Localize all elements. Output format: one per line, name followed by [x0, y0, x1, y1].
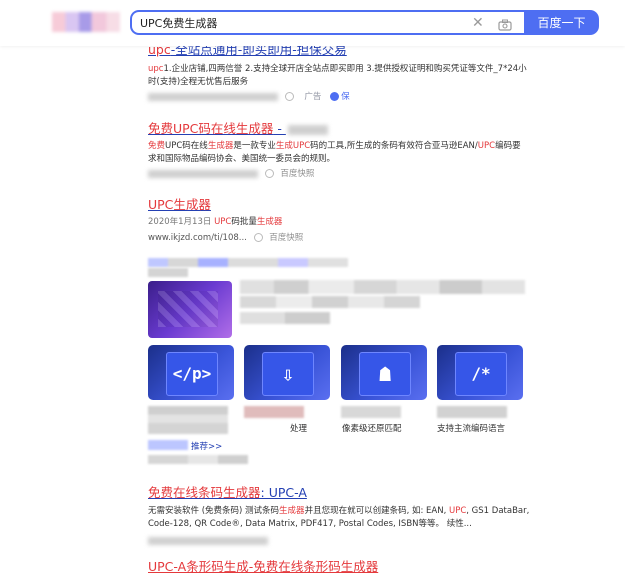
clear-icon[interactable]: ✕	[472, 13, 484, 33]
result-item: UPC生成器 2020年1月13日 UPC码批量生成器 www.ikjzd.co…	[148, 197, 528, 244]
tool-card[interactable]: ☗	[341, 345, 427, 400]
blurred-text	[240, 280, 525, 294]
bao-icon	[330, 92, 340, 101]
bao-label: 保	[341, 92, 350, 102]
tool-card[interactable]: </p>	[148, 345, 234, 400]
ad-label: 广告	[304, 92, 322, 102]
snapshot-link[interactable]: 百度快照	[280, 169, 314, 179]
blurred-caption	[341, 406, 401, 418]
result-meta: 广告 保	[148, 91, 528, 103]
result-thumbnail[interactable]	[148, 281, 232, 338]
tool-caption: 支持主流编码语言	[437, 424, 506, 434]
blurred-title	[148, 258, 348, 267]
blurred-text	[240, 296, 420, 308]
download-cloud-icon: ⇩	[281, 362, 295, 386]
blurred-url	[148, 536, 268, 545]
search-button[interactable]: 百度一下	[524, 10, 599, 35]
result-item: 免费UPC码在线生成器 - 免费UPC码在线生成器是一款专业生成UPC码的工具,…	[148, 121, 528, 180]
blurred-text	[287, 124, 328, 135]
snapshot-dot-icon	[253, 233, 263, 242]
tool-caption: 处理	[290, 424, 308, 434]
snapshot-dot-icon	[284, 92, 294, 101]
more-link[interactable]: 推荐>>	[191, 440, 222, 452]
blurred-caption	[437, 406, 507, 418]
blurred-caption	[244, 406, 304, 418]
comment-code-icon: /*	[471, 364, 491, 383]
result-snippet: upc1.企业店铺,四两信誉 2.支持全球开店全站点即买即用 3.提供授权证明和…	[148, 64, 527, 87]
result-title[interactable]: 免费UPC码在线生成器 -	[148, 121, 528, 137]
users-icon: ☗	[378, 362, 392, 386]
search-input[interactable]	[140, 14, 460, 32]
header-bar: ✕ 百度一下	[0, 0, 625, 46]
blurred-text	[148, 268, 188, 277]
result-meta: 百度快照	[148, 168, 528, 180]
result-snippet: 免费UPC码在线生成器是一款专业生成UPC码的工具,所生成的条码有效符合亚马逊E…	[148, 141, 521, 164]
blurred-url	[148, 169, 258, 178]
snapshot-link[interactable]: 百度快照	[269, 233, 303, 243]
tool-caption: 像素级还原匹配	[342, 424, 402, 434]
blurred-text	[148, 455, 248, 464]
search-box[interactable]: ✕	[130, 10, 524, 35]
logo[interactable]	[52, 12, 120, 32]
camera-icon[interactable]	[498, 16, 512, 35]
blurred-url	[148, 92, 278, 101]
result-snippet: 无需安装软件 (免费条码) 测试条码生成器并且您现在就可以创建条码, 如: EA…	[148, 506, 530, 529]
result-meta: www.ikjzd.com/ti/108... 百度快照	[148, 232, 528, 244]
tool-card[interactable]: /*	[437, 345, 523, 400]
snapshot-dot-icon	[264, 169, 274, 178]
blurred-caption	[148, 406, 228, 434]
result-item: 免费在线条码生成器: UPC-A 无需安装软件 (免费条码) 测试条码生成器并且…	[148, 485, 548, 547]
tool-card[interactable]: ⇩	[244, 345, 330, 400]
result-title[interactable]: 免费在线条码生成器: UPC-A	[148, 485, 548, 501]
result-ad: upc-全站点通用-即买即用-担保交易 upc1.企业店铺,四两信誉 2.支持全…	[148, 42, 528, 103]
result-snippet: 2020年1月13日 UPC码批量生成器	[148, 217, 283, 227]
result-meta	[148, 535, 548, 547]
result-title[interactable]: UPC生成器	[148, 197, 528, 213]
code-icon: </p>	[172, 364, 212, 383]
blurred-link	[148, 440, 188, 450]
blurred-text	[240, 312, 330, 324]
result-url[interactable]: www.ikjzd.com/ti/108...	[148, 233, 247, 243]
